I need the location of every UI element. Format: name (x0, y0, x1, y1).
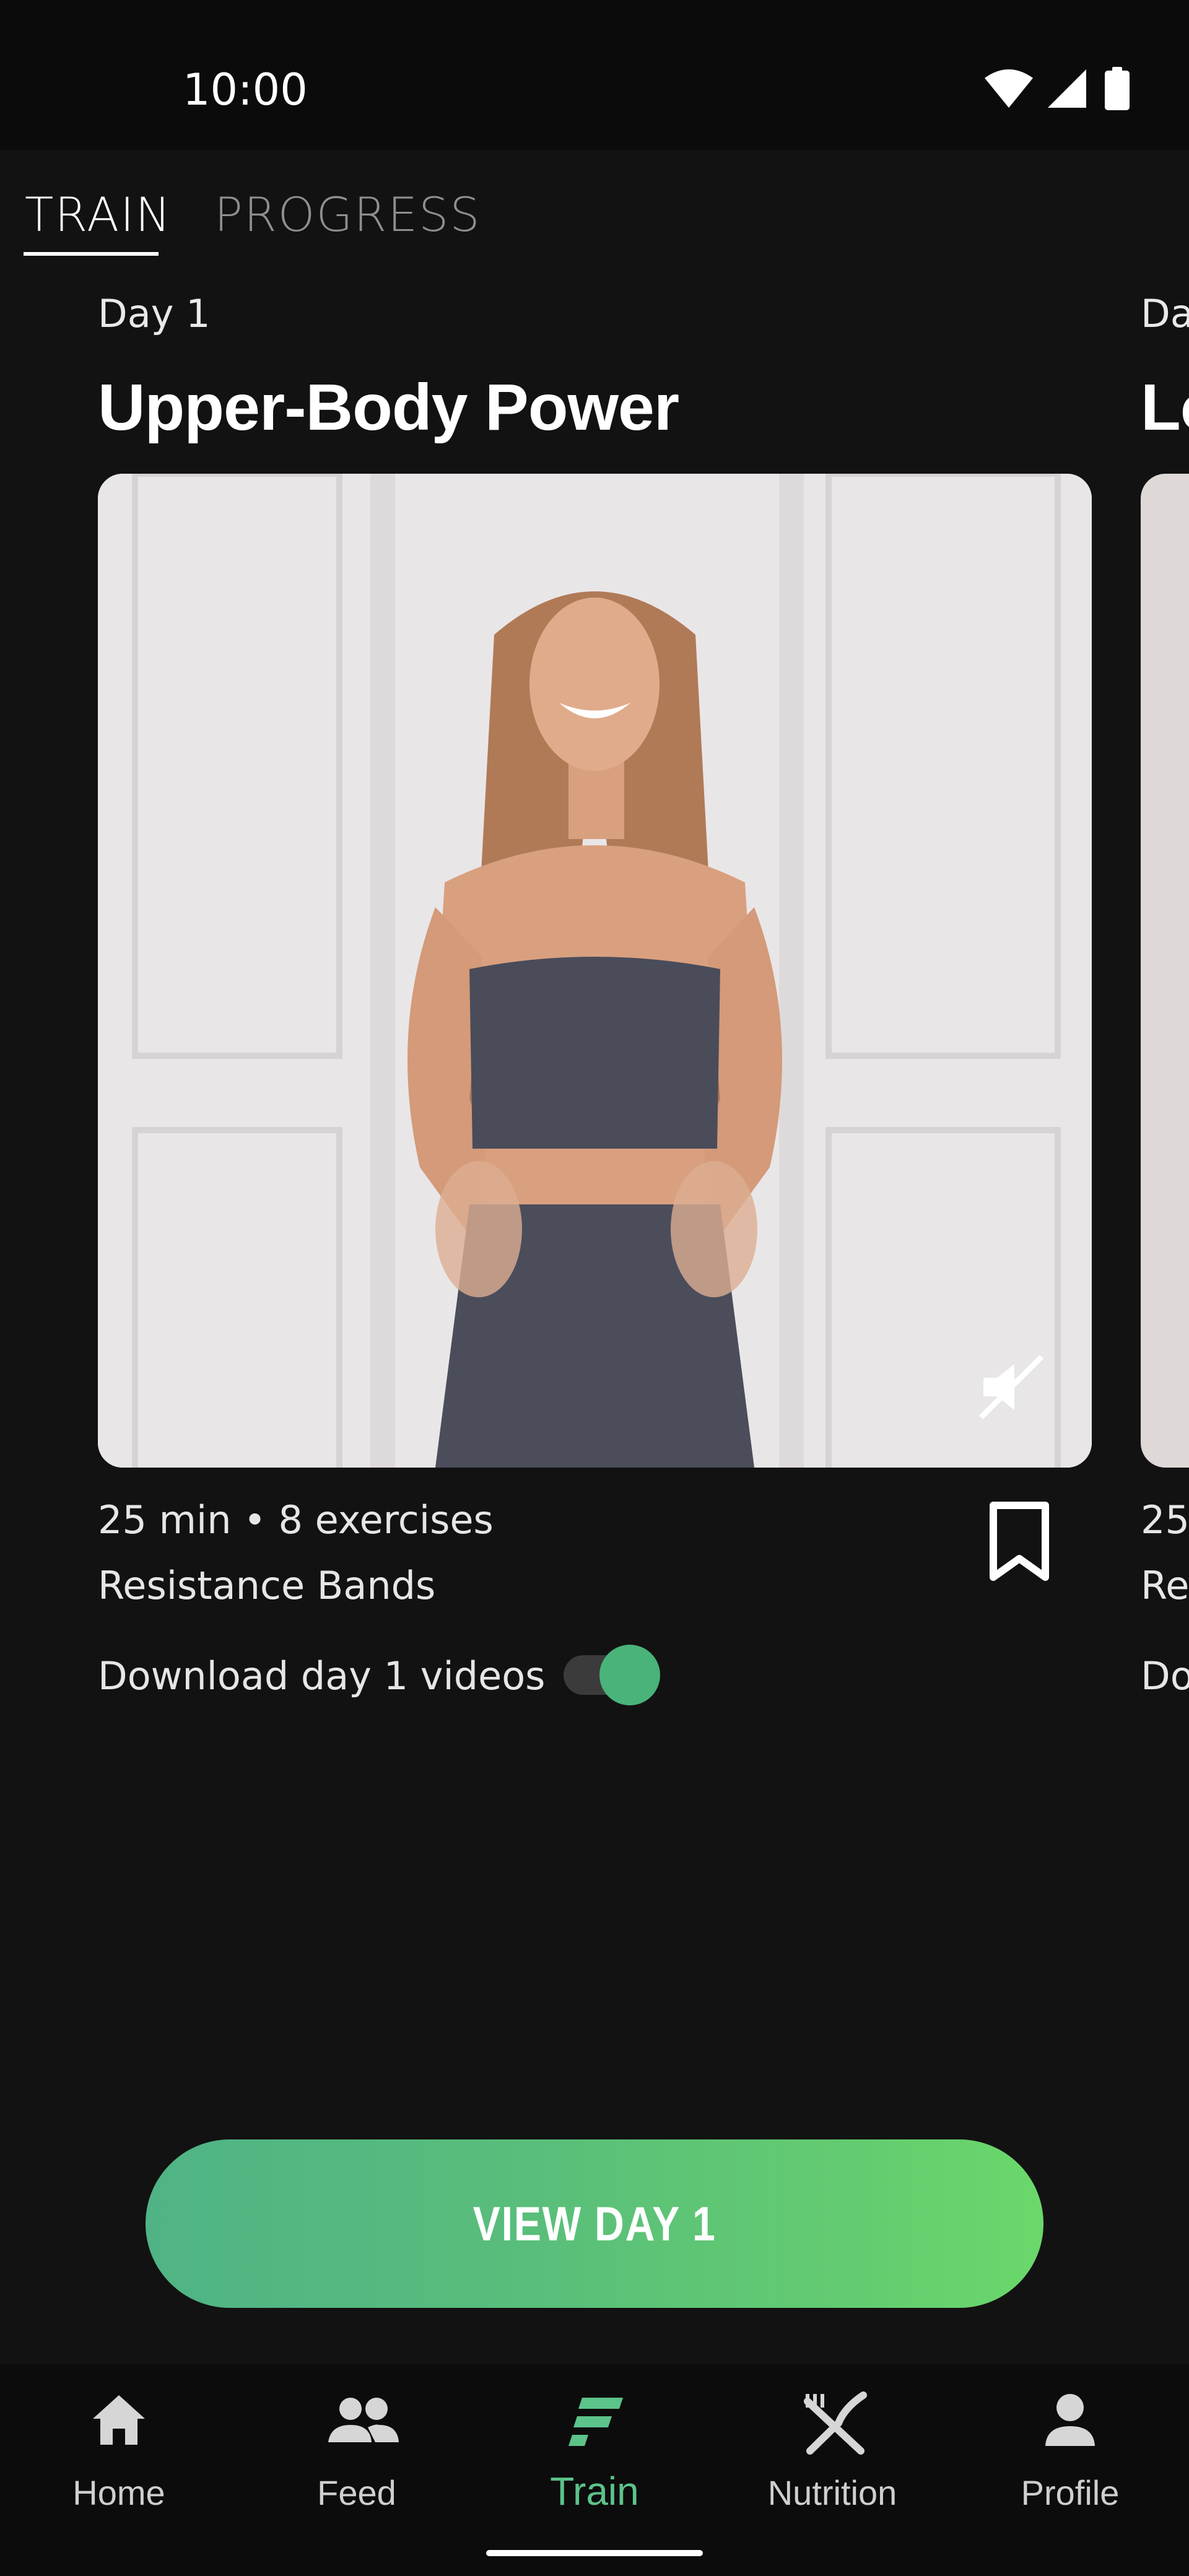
mute-icon[interactable] (977, 1353, 1045, 1421)
people-icon (328, 2398, 399, 2442)
signal-icon (1048, 69, 1086, 108)
tab-progress[interactable]: PROGRESS (214, 187, 481, 242)
nav-home-label: Home (72, 2473, 165, 2512)
nav-feed-label: Feed (317, 2473, 396, 2512)
next-download-label: Do (1141, 1653, 1189, 1699)
battery-icon (1105, 67, 1130, 110)
next-duration: 25 (1141, 1497, 1189, 1543)
nav-train-label: Train (550, 2469, 639, 2513)
utensils-icon (804, 2391, 867, 2455)
download-label: Download day 1 videos (98, 1653, 546, 1699)
day-label: Day 1 (98, 291, 211, 336)
next-workout-preview[interactable] (1141, 474, 1189, 1468)
nav-feed[interactable]: Feed (238, 2364, 476, 2526)
download-toggle-knob[interactable] (599, 1645, 660, 1705)
next-workout-title[interactable]: Lo (1141, 370, 1189, 445)
duration-exercises: 25 min • 8 exercises (98, 1497, 494, 1543)
next-day-label: Da (1141, 291, 1189, 336)
wifi-icon (985, 69, 1033, 108)
top-tabs: TRAIN PROGRESS (0, 150, 1189, 261)
nav-nutrition-label: Nutrition (767, 2473, 897, 2512)
gesture-area (0, 2526, 1189, 2576)
nav-profile[interactable]: Profile (951, 2364, 1189, 2526)
nav-train[interactable]: Train (476, 2364, 713, 2526)
nav-profile-label: Profile (1021, 2473, 1120, 2512)
home-gesture-bar[interactable] (486, 2550, 703, 2556)
nav-nutrition[interactable]: Nutrition (713, 2364, 951, 2526)
trainer-illustration (98, 474, 1092, 1468)
next-equipment: Re (1141, 1563, 1189, 1608)
view-day-button[interactable]: VIEW DAY 1 (146, 2139, 1043, 2308)
status-bar: 10:00 (0, 0, 1189, 150)
home-icon (93, 2395, 145, 2445)
bookmark-icon[interactable] (988, 1502, 1050, 1582)
bottom-nav: Home Feed Train Nutrition Profile (0, 2364, 1189, 2526)
view-day-label: VIEW DAY 1 (473, 2196, 716, 2251)
tab-train[interactable]: TRAIN (25, 187, 172, 242)
train-icon (568, 2398, 623, 2446)
active-tab-indicator (24, 252, 159, 256)
person-icon (1045, 2394, 1095, 2446)
workout-preview-video[interactable] (98, 474, 1092, 1468)
workout-title[interactable]: Upper-Body Power (98, 370, 679, 445)
nav-home[interactable]: Home (0, 2364, 238, 2526)
status-time: 10:00 (183, 64, 308, 115)
equipment-label: Resistance Bands (98, 1563, 436, 1608)
